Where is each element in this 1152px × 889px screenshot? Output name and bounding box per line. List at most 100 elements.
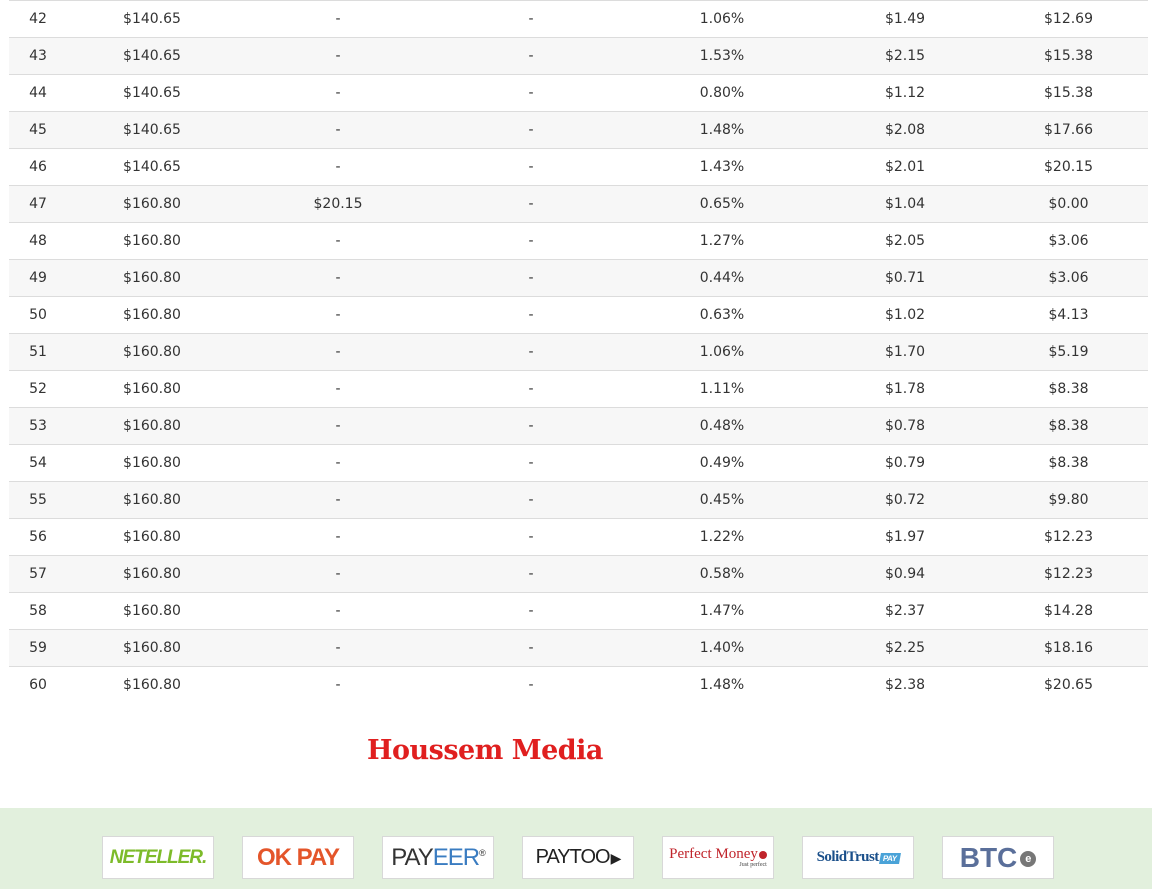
profit-cell: $2.25 [884,640,926,656]
balance-cell: $20.65 [1044,677,1093,694]
okpay-logo[interactable]: OK PAY [242,836,354,879]
profit-cell: $0.94 [884,566,926,582]
btc-e-logo[interactable]: BTC e [942,836,1054,879]
rate-cell: 0.45% [699,492,745,508]
day-cell: 47 [29,196,47,212]
rate-cell: 1.06% [699,344,745,360]
withdrawal-cell: - [335,492,341,508]
solidtrust-logo-text: SolidTrust PAY [816,849,901,866]
rate-cell: 1.48% [699,122,745,138]
balance-cell: $20.15 [1044,159,1093,175]
withdrawal-cell: - [335,48,341,64]
rate-cell: 1.53% [699,48,745,64]
perfect-money-tagline: Just perfect [739,862,767,868]
day-cell: 53 [29,418,47,434]
deposit-cell: $160.80 [123,640,181,656]
profit-cell: $0.79 [884,455,926,471]
deposit-cell: $160.80 [123,418,181,434]
withdrawal-cell: - [335,307,341,323]
day-cell: 42 [29,11,47,27]
solidtrust-pay-logo[interactable]: SolidTrust PAY [802,836,914,879]
profit-cell: $2.38 [884,677,926,694]
balance-cell: $15.38 [1044,85,1093,101]
day-cell: 54 [29,455,47,471]
table-row: 54 $160.80 - - 0.49% $0.79 $8.38 [9,444,1148,482]
neteller-logo[interactable]: NETELLER. [102,836,214,879]
deposit-cell: $160.80 [123,233,181,249]
rate-cell: 0.80% [699,85,745,101]
rate-cell: 1.48% [699,677,745,694]
withdrawal-cell: - [335,11,341,27]
table-row: 50 $160.80 - - 0.63% $1.02 $4.13 [9,296,1148,334]
day-cell: 52 [29,381,47,397]
pm-badge-icon [758,850,767,859]
paytoo-logo[interactable]: PAYTOO▶ [522,836,634,879]
table-row: 44 $140.65 - - 0.80% $1.12 $15.38 [9,74,1148,112]
payeer-logo[interactable]: PAYEER® [382,836,494,879]
deposit-cell: $140.65 [123,11,181,27]
day-cell: 44 [29,85,47,101]
withdrawal-cell: - [335,159,341,175]
rate-cell: 0.63% [699,307,745,323]
deposit-cell: $160.80 [123,566,181,582]
table-row: 51 $160.80 - - 1.06% $1.70 $5.19 [9,333,1148,371]
balance-cell: $12.23 [1044,566,1093,582]
perfect-money-word: Perfect Money [669,846,758,862]
profit-cell: $2.08 [884,122,926,138]
deposit-cell: $160.80 [123,344,181,360]
balance-cell: $8.38 [1048,418,1089,434]
profit-cell: $2.01 [884,159,926,175]
rate-cell: 1.47% [699,603,745,619]
table-row: 48 $160.80 - - 1.27% $2.05 $3.06 [9,222,1148,260]
withdrawal-cell: - [335,455,341,471]
play-arrow-icon: ▶ [610,850,622,866]
table-row: 47 $160.80 $20.15 - 0.65% $1.04 $0.00 [9,185,1148,223]
profit-cell: $1.78 [884,381,926,397]
rate-cell: 1.22% [699,529,745,545]
profit-cell: $2.15 [884,48,926,64]
perfect-money-logo-text: Perfect Money Just perfect [669,847,767,868]
day-cell: 46 [29,159,47,175]
table-row: 60 $160.80 - - 1.48% $2.38 $20.65 [9,666,1148,704]
fee-cell: - [528,85,534,101]
day-cell: 57 [29,566,47,582]
fee-cell: - [528,122,534,138]
earnings-table-container: 42 $140.65 - - 1.06% $1.49 $12.69 43 $140.65 - - 1.… [9,0,1148,704]
fee-cell: - [528,566,534,582]
fee-cell: - [528,455,534,471]
table-row: 43 $140.65 - - 1.53% $2.15 $15.38 [9,37,1148,75]
fee-cell: - [528,196,534,212]
solidtrust-word: SolidTrust [816,849,880,865]
table-row: 46 $140.65 - - 1.43% $2.01 $20.15 [9,148,1148,186]
day-cell: 60 [29,677,47,694]
table-row: 57 $160.80 - - 0.58% $0.94 $12.23 [9,555,1148,593]
deposit-cell: $160.80 [123,307,181,323]
balance-cell: $0.00 [1048,196,1089,212]
withdrawal-cell: - [335,603,341,619]
profit-cell: $1.04 [884,196,926,212]
withdrawal-cell: - [335,85,341,101]
withdrawal-cell: - [335,677,341,694]
fee-cell: - [528,344,534,360]
rate-cell: 0.48% [699,418,745,434]
fee-cell: - [528,159,534,175]
balance-cell: $12.23 [1044,529,1093,545]
profit-cell: $1.97 [884,529,926,545]
balance-cell: $4.13 [1048,307,1089,323]
profit-cell: $1.02 [884,307,926,323]
deposit-cell: $140.65 [123,85,181,101]
perfect-money-logo[interactable]: Perfect Money Just perfect [662,836,774,879]
table-body: 42 $140.65 - - 1.06% $1.49 $12.69 43 $140.65 - - 1.… [9,0,1148,704]
fee-cell: - [528,48,534,64]
deposit-cell: $160.80 [123,196,181,212]
fee-cell: - [528,233,534,249]
day-cell: 55 [29,492,47,508]
fee-cell: - [528,11,534,27]
rate-cell: 0.44% [699,270,745,286]
profit-cell: $2.05 [884,233,926,249]
day-cell: 50 [29,307,47,323]
deposit-cell: $160.80 [123,381,181,397]
rate-cell: 0.49% [699,455,745,471]
payeer-logo-text-a: PAY [391,843,433,871]
btc-e-badge: e [1020,851,1037,868]
